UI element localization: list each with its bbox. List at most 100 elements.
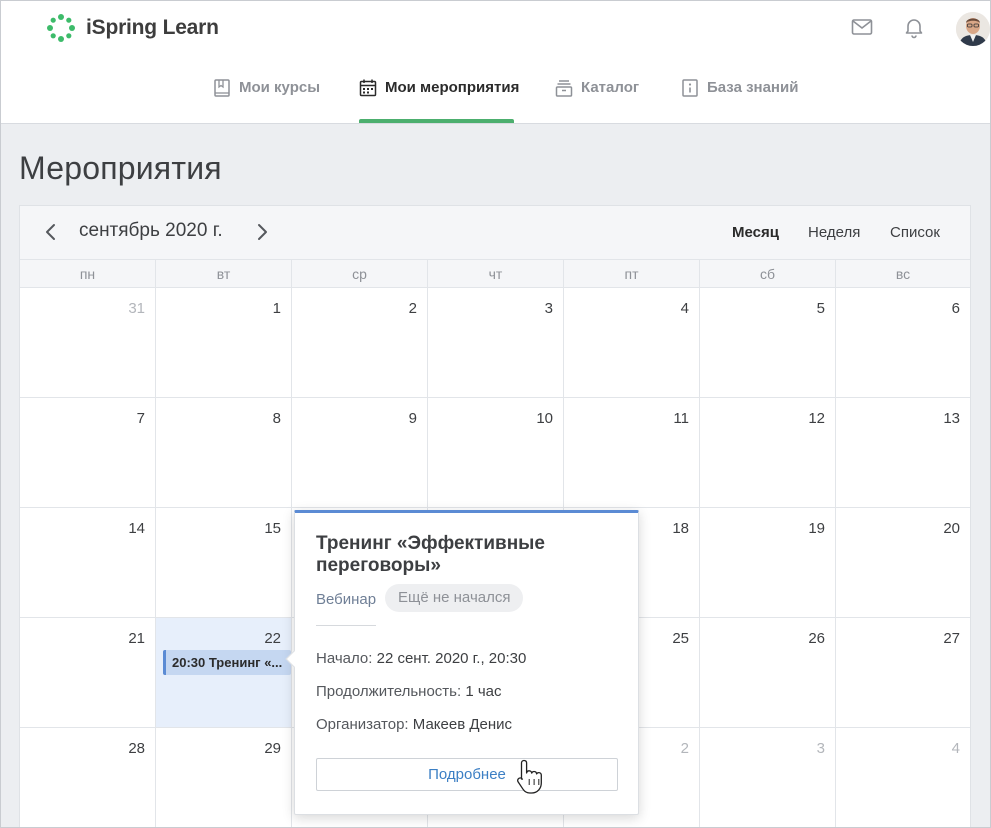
event-duration: Продолжительность: 1 час bbox=[316, 683, 502, 700]
day-number: 18 bbox=[672, 520, 689, 537]
event-popover: Тренинг «Эффективные переговоры» Вебинар… bbox=[294, 510, 639, 815]
day-number: 8 bbox=[272, 410, 281, 427]
day-number: 7 bbox=[136, 410, 145, 427]
day-cell[interactable]: 21 bbox=[20, 618, 156, 728]
nav-catalog[interactable]: Каталог bbox=[555, 72, 639, 124]
nav-my-courses-label: Мои курсы bbox=[239, 79, 321, 96]
event-start: Начало: 22 сент. 2020 г., 20:30 bbox=[316, 650, 526, 667]
info-icon bbox=[682, 79, 698, 97]
calendar-toolbar: сентябрь 2020 г. Месяц Неделя Список bbox=[20, 206, 970, 260]
day-number: 27 bbox=[943, 630, 960, 647]
day-cell[interactable]: 22 20:30 Тренинг «... bbox=[156, 618, 292, 728]
day-cell[interactable]: 28 bbox=[20, 728, 156, 828]
day-cell[interactable]: 13 bbox=[836, 398, 970, 508]
day-number: 12 bbox=[808, 410, 825, 427]
hand-cursor-icon bbox=[517, 759, 542, 794]
day-cell[interactable]: 29 bbox=[156, 728, 292, 828]
day-number: 15 bbox=[264, 520, 281, 537]
weekday-label: пн bbox=[20, 260, 156, 288]
day-number: 3 bbox=[816, 740, 825, 757]
day-number: 28 bbox=[128, 740, 145, 757]
view-week-button[interactable]: Неделя bbox=[808, 224, 860, 241]
day-cell[interactable]: 20 bbox=[836, 508, 970, 618]
weekday-label: пт bbox=[564, 260, 700, 288]
ispring-logo-icon bbox=[47, 14, 75, 42]
day-number: 4 bbox=[951, 740, 960, 757]
catalog-icon bbox=[555, 80, 573, 97]
duration-label: Продолжительность: bbox=[316, 683, 462, 700]
details-button[interactable]: Подробнее bbox=[316, 758, 618, 791]
day-cell[interactable]: 4 bbox=[836, 728, 970, 828]
nav-knowledge-base[interactable]: База знаний bbox=[681, 72, 798, 124]
nav-my-events[interactable]: Мои мероприятия bbox=[359, 72, 519, 124]
day-number: 11 bbox=[673, 410, 689, 427]
day-cell[interactable]: 5 bbox=[700, 288, 836, 398]
day-cell[interactable]: 3 bbox=[428, 288, 564, 398]
day-cell[interactable]: 14 bbox=[20, 508, 156, 618]
user-avatar[interactable] bbox=[956, 12, 990, 46]
app-header: iSpring Learn Мои курсы Мои мероприятия … bbox=[0, 0, 991, 124]
day-number: 31 bbox=[128, 300, 145, 317]
weekday-header: пн вт ср чт пт сб вс bbox=[20, 260, 970, 288]
chevron-left-icon[interactable] bbox=[40, 221, 62, 243]
weekday-label: чт bbox=[428, 260, 564, 288]
day-number: 2 bbox=[680, 740, 689, 757]
start-label: Начало: bbox=[316, 650, 373, 667]
day-number: 1 bbox=[272, 300, 281, 317]
month-label: сентябрь 2020 г. bbox=[79, 220, 223, 241]
day-cell[interactable]: 8 bbox=[156, 398, 292, 508]
day-cell[interactable]: 4 bbox=[564, 288, 700, 398]
day-number: 29 bbox=[264, 740, 281, 757]
brand-name: iSpring Learn bbox=[86, 16, 219, 39]
day-number: 21 bbox=[128, 630, 145, 647]
nav-knowledge-base-label: База знаний bbox=[707, 79, 799, 96]
day-number: 3 bbox=[544, 300, 553, 317]
organizer-value: Макеев Денис bbox=[412, 716, 513, 733]
view-list-button[interactable]: Список bbox=[890, 224, 940, 241]
chevron-right-icon[interactable] bbox=[251, 221, 273, 243]
weekday-label: вт bbox=[156, 260, 292, 288]
view-month-button[interactable]: Месяц bbox=[732, 224, 779, 241]
day-cell[interactable]: 6 bbox=[836, 288, 970, 398]
day-number: 4 bbox=[680, 300, 689, 317]
event-title: Тренинг «Эффективные переговоры» bbox=[316, 533, 545, 576]
day-number: 5 bbox=[816, 300, 825, 317]
day-cell[interactable]: 7 bbox=[20, 398, 156, 508]
day-cell[interactable]: 10 bbox=[428, 398, 564, 508]
weekday-label: сб bbox=[700, 260, 836, 288]
day-cell[interactable]: 26 bbox=[700, 618, 836, 728]
weekday-label: вс bbox=[895, 266, 911, 282]
day-number: 26 bbox=[808, 630, 825, 647]
duration-value: 1 час bbox=[465, 683, 502, 700]
day-cell[interactable]: 12 bbox=[700, 398, 836, 508]
logo[interactable]: iSpring Learn bbox=[46, 13, 219, 43]
event-chip[interactable]: 20:30 Тренинг «... bbox=[163, 650, 291, 675]
day-cell[interactable]: 9 bbox=[292, 398, 428, 508]
mail-icon[interactable] bbox=[850, 15, 874, 39]
day-number: 22 bbox=[264, 630, 281, 647]
day-number: 14 bbox=[128, 520, 145, 537]
day-cell[interactable]: 19 bbox=[700, 508, 836, 618]
day-cell[interactable]: 15 bbox=[156, 508, 292, 618]
avatar-photo-icon bbox=[956, 12, 990, 46]
bell-icon[interactable] bbox=[902, 15, 926, 39]
nav-my-events-label: Мои мероприятия bbox=[385, 79, 520, 96]
day-cell[interactable]: 2 bbox=[292, 288, 428, 398]
status-badge: Ещё не начался bbox=[385, 584, 524, 612]
day-cell[interactable]: 1 bbox=[156, 288, 292, 398]
day-number: 13 bbox=[943, 410, 960, 427]
calendar-icon bbox=[359, 79, 377, 97]
day-number: 6 bbox=[951, 300, 960, 317]
day-cell[interactable]: 11 bbox=[564, 398, 700, 508]
nav-my-courses[interactable]: Мои курсы bbox=[213, 72, 320, 124]
active-tab-indicator bbox=[359, 119, 514, 123]
weekday-label: ср bbox=[292, 260, 428, 288]
day-cell[interactable]: 3 bbox=[700, 728, 836, 828]
event-organizer: Организатор: Макеев Денис bbox=[316, 716, 512, 733]
day-cell[interactable]: 31 bbox=[20, 288, 156, 398]
day-cell[interactable]: 27 bbox=[836, 618, 970, 728]
day-number: 20 bbox=[943, 520, 960, 537]
divider bbox=[316, 625, 376, 626]
day-number: 2 bbox=[408, 300, 417, 317]
start-value: 22 сент. 2020 г., 20:30 bbox=[376, 650, 527, 667]
